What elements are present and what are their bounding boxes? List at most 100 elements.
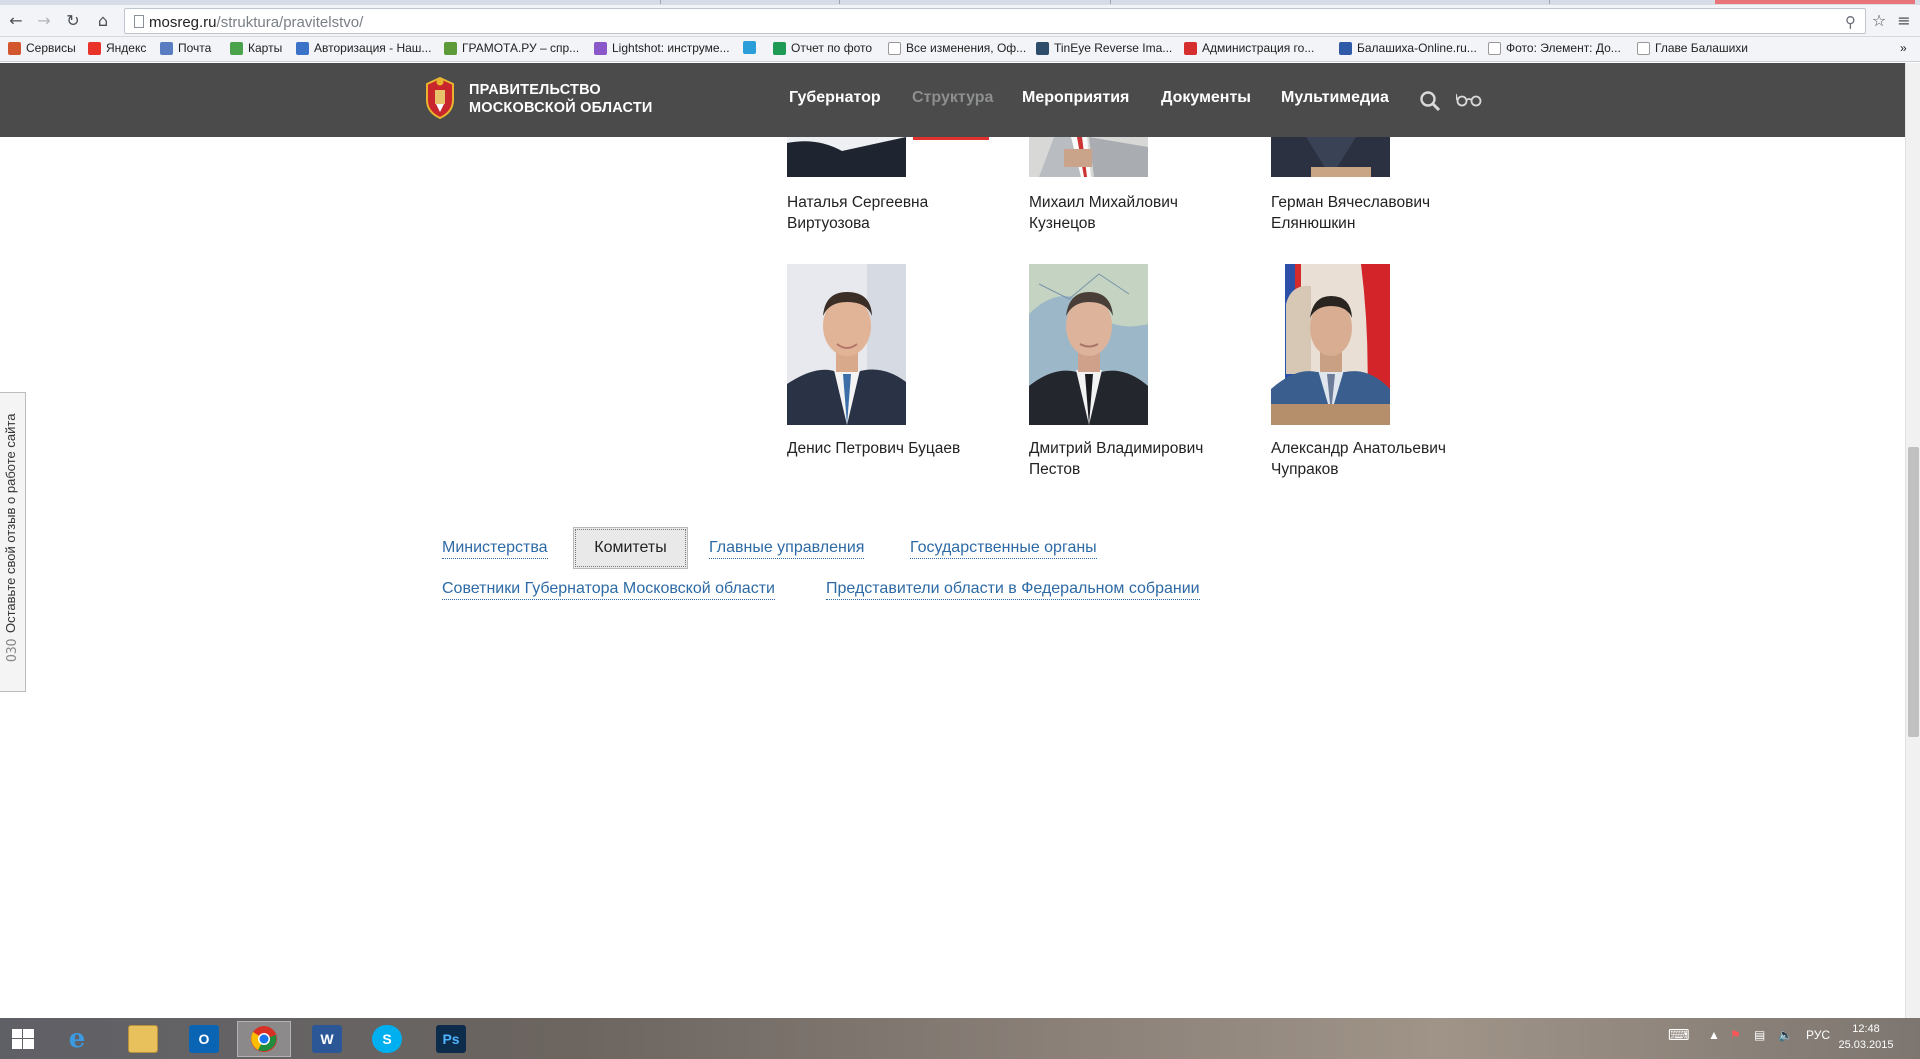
url-host: mosreg.ru	[149, 14, 217, 31]
person-first-name: Денис Петрович Буцаев	[787, 440, 961, 457]
outlook-app-icon[interactable]: O	[177, 1021, 231, 1057]
bookmark-star-icon[interactable]: ☆	[1869, 11, 1889, 31]
bookmark-item[interactable]: ГРАМОТА.РУ – спр...	[444, 41, 579, 55]
feedback-side-tab[interactable]: Оставьте свой отзыв о работе сайта ОЗО	[0, 392, 26, 692]
bookmark-label: Яндекс	[106, 41, 147, 55]
bookmark-favicon-icon	[444, 41, 457, 55]
person-name[interactable]: Дмитрий Владимирович Пестов	[1029, 438, 1249, 480]
bookmark-favicon-icon	[8, 41, 21, 55]
bookmark-favicon-icon	[1036, 41, 1049, 55]
person-first-name: Михаил Михайлович	[1029, 194, 1179, 211]
bookmark-label: Фото: Элемент: До...	[1506, 41, 1621, 55]
photo-chuprakov[interactable]	[1271, 264, 1390, 425]
volume-icon[interactable]: 🔈	[1778, 1028, 1793, 1042]
clock-time: 12:48	[1852, 1023, 1880, 1035]
person-name[interactable]: Герман Вячеславович Елянюшкин	[1271, 192, 1491, 234]
feedback-text: Оставьте свой отзыв о работе сайта	[3, 413, 18, 633]
page-scrollbar[interactable]	[1905, 63, 1920, 1018]
nav-structure[interactable]: Структура	[912, 89, 993, 107]
bookmark-favicon-icon	[888, 41, 901, 55]
bookmark-item[interactable]: Администрация го...	[1184, 41, 1314, 55]
photo-virtuozova[interactable]	[787, 137, 906, 177]
bookmark-item[interactable]: TinEye Reverse Ima...	[1036, 41, 1172, 55]
zoom-icon[interactable]: ⚲	[1845, 13, 1856, 31]
category-committees-active[interactable]: Комитеты	[573, 527, 688, 569]
person-last-name: Виртуозова	[787, 215, 870, 232]
bookmark-item[interactable]	[743, 41, 761, 54]
bookmark-favicon-icon	[1488, 41, 1501, 55]
bookmark-item[interactable]: Почта	[160, 41, 211, 55]
category-state-bodies[interactable]: Государственные органы	[910, 538, 1097, 559]
photo-butsaev[interactable]	[787, 264, 906, 425]
home-icon[interactable]: ⌂	[93, 11, 113, 31]
bookmark-label: Главе Балашихи	[1655, 41, 1749, 55]
scrollbar-thumb[interactable]	[1908, 447, 1919, 737]
category-main-directorates[interactable]: Главные управления	[709, 538, 865, 559]
bookmark-favicon-icon	[743, 41, 756, 54]
bookmark-favicon-icon	[773, 41, 786, 55]
category-federal-representatives[interactable]: Представители области в Федеральном собр…	[826, 579, 1200, 600]
person-name[interactable]: Наталья Сергеевна Виртуозова	[787, 192, 1007, 234]
photo-kuznetsov[interactable]	[1029, 137, 1148, 177]
bookmark-item[interactable]: Главе Балашихи	[1637, 41, 1748, 55]
language-indicator[interactable]: РУС	[1806, 1028, 1830, 1042]
person-name[interactable]: Александр Анатольевич Чупраков	[1271, 438, 1491, 480]
page-icon	[134, 15, 144, 28]
network-icon[interactable]: ▤	[1754, 1028, 1765, 1042]
person-first-name: Дмитрий Владимирович	[1029, 440, 1204, 457]
person-name[interactable]: Михаил Михайлович Кузнецов	[1029, 192, 1249, 234]
glasses-icon[interactable]	[1456, 93, 1482, 107]
forward-icon[interactable]: →	[34, 11, 54, 31]
coat-of-arms-icon[interactable]	[422, 76, 458, 120]
url-path: /struktura/pravitelstvo/	[216, 14, 364, 31]
bookmark-favicon-icon	[594, 41, 607, 55]
bookmark-favicon-icon	[1637, 41, 1650, 55]
bookmark-item[interactable]: Все изменения, Оф...	[888, 41, 1026, 55]
keyboard-icon[interactable]: ⌨	[1668, 1026, 1690, 1044]
word-app-icon[interactable]: W	[300, 1021, 354, 1057]
person-last-name: Кузнецов	[1029, 215, 1096, 232]
bookmark-item[interactable]: Авторизация - Наш...	[296, 41, 431, 55]
bookmark-label: TinEye Reverse Ima...	[1054, 41, 1173, 55]
windows-start-icon[interactable]	[12, 1029, 34, 1049]
system-clock[interactable]: 12:48 25.03.2015	[1836, 1021, 1896, 1053]
explorer-app-icon[interactable]	[116, 1021, 170, 1057]
bookmark-item[interactable]: Отчет по фото	[773, 41, 872, 55]
site-logo-text[interactable]: ПРАВИТЕЛЬСТВО МОСКОВСКОЙ ОБЛАСТИ	[469, 81, 653, 117]
chrome-app-icon[interactable]	[237, 1021, 291, 1057]
address-bar[interactable]: mosreg.ru/struktura/pravitelstvo/ ⚲	[124, 8, 1866, 34]
person-first-name: Наталья Сергеевна	[787, 194, 929, 211]
bookmark-item[interactable]: Lightshot: инструме...	[594, 41, 730, 55]
bookmark-label: Администрация го...	[1202, 41, 1315, 55]
ie-app-icon[interactable]: e	[50, 1021, 104, 1057]
person-first-name: Герман Вячеславович	[1271, 194, 1431, 211]
back-icon[interactable]: ←	[6, 11, 26, 31]
nav-documents[interactable]: Документы	[1161, 89, 1251, 107]
bookmark-item[interactable]: Яндекс	[88, 41, 146, 55]
photo-pestov[interactable]	[1029, 264, 1148, 425]
category-governor-advisors[interactable]: Советники Губернатора Московской области	[442, 579, 775, 600]
nav-governor[interactable]: Губернатор	[789, 89, 881, 107]
logo-line-1: ПРАВИТЕЛЬСТВО	[469, 82, 601, 98]
photoshop-app-icon[interactable]: Ps	[424, 1021, 478, 1057]
bookmark-label: Сервисы	[26, 41, 76, 55]
bookmark-item[interactable]: Фото: Элемент: До...	[1488, 41, 1621, 55]
bookmarks-overflow-icon[interactable]: »	[1900, 41, 1907, 55]
search-icon[interactable]	[1419, 90, 1441, 112]
nav-multimedia[interactable]: Мультимедиа	[1281, 89, 1389, 107]
category-ministries[interactable]: Министерства	[442, 538, 548, 559]
tray-expand-icon[interactable]: ▲	[1708, 1028, 1720, 1042]
feedback-brand: ОЗО	[5, 638, 20, 662]
menu-icon[interactable]: ≡	[1894, 11, 1914, 31]
bookmark-item[interactable]: Сервисы	[8, 41, 76, 55]
nav-events[interactable]: Мероприятия	[1022, 89, 1129, 107]
flag-icon[interactable]: ⚑	[1730, 1028, 1741, 1042]
bookmark-item[interactable]: Балашиха-Online.ru...	[1339, 41, 1477, 55]
skype-app-icon[interactable]: S	[360, 1021, 414, 1057]
bookmarks-bar: Сервисы Яндекс Почта Карты Авторизация - Наш…	[0, 37, 1920, 62]
bookmark-favicon-icon	[160, 41, 173, 55]
bookmark-item[interactable]: Карты	[230, 41, 282, 55]
photo-elyanyushkin[interactable]	[1271, 137, 1390, 177]
reload-icon[interactable]: ↻	[63, 11, 83, 31]
person-name[interactable]: Денис Петрович Буцаев	[787, 438, 1007, 459]
